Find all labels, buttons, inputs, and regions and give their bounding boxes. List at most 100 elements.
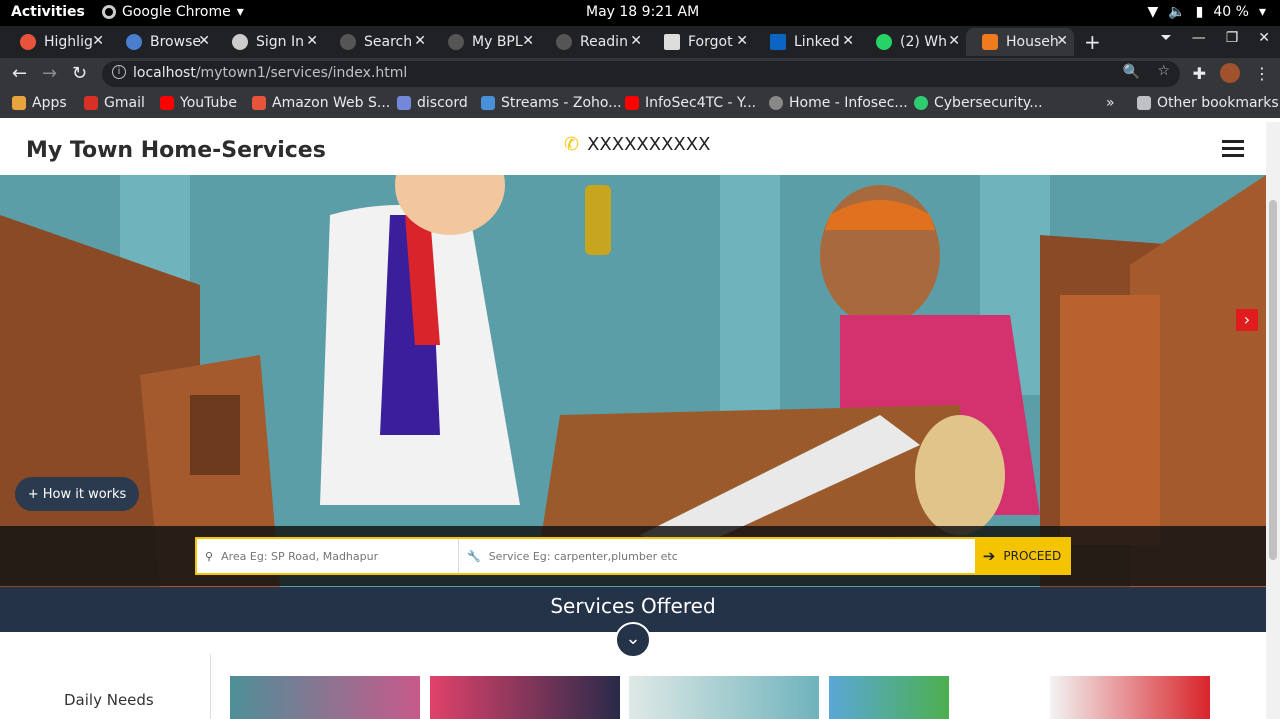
bookmark-label: Apps — [32, 95, 67, 111]
profile-avatar[interactable] — [1220, 63, 1240, 83]
tab-favicon-icon — [556, 34, 572, 50]
bookmark-label: Cybersecurity... — [934, 95, 1043, 111]
webpage: My Town Home-Services ✆ XXXXXXXXXX + How… — [0, 122, 1266, 719]
close-window-button[interactable]: ✕ — [1258, 30, 1270, 46]
tab-item-active[interactable]: Househ ✕ — [966, 28, 1074, 56]
close-icon[interactable]: ✕ — [306, 33, 318, 49]
close-icon[interactable]: ✕ — [1056, 33, 1068, 49]
area-input[interactable] — [221, 549, 458, 563]
tab-favicon-icon — [232, 34, 248, 50]
service-thumbnail[interactable] — [430, 676, 620, 719]
tab-label: Highlig — [44, 34, 93, 50]
battery-icon: ▮ — [1195, 4, 1204, 20]
cybersecurity-icon — [914, 96, 928, 110]
back-button[interactable]: ← — [12, 63, 27, 84]
app-name: Google Chrome — [122, 4, 231, 20]
extensions-icon[interactable]: ✚ — [1193, 64, 1206, 83]
tab-item[interactable]: Browse ✕ — [110, 28, 216, 56]
menu-icon[interactable]: ⋮ — [1254, 64, 1270, 83]
bookmark-gmail[interactable]: Gmail — [84, 95, 145, 111]
close-icon[interactable]: ✕ — [630, 33, 642, 49]
caret-down-icon: ▾ — [236, 4, 244, 20]
site-title[interactable]: My Town Home-Services — [26, 138, 326, 163]
tab-label: Readin — [580, 34, 628, 50]
bookmark-label: discord — [417, 95, 468, 111]
bookmark-label: Amazon Web S... — [272, 95, 391, 111]
bookmark-label: Home - Infosec... — [789, 95, 908, 111]
arrow-right-icon: ➔ — [982, 547, 996, 565]
tab-item[interactable]: Forgot ✕ — [648, 28, 754, 56]
service-thumbnail[interactable] — [1050, 676, 1210, 719]
bookmark-cybersecurity[interactable]: Cybersecurity... — [914, 95, 1043, 111]
tab-label: Browse — [150, 34, 201, 50]
tab-favicon-icon — [982, 34, 998, 50]
tab-label: Forgot — [688, 34, 733, 50]
globe-icon — [769, 96, 783, 110]
tab-item[interactable]: My BPL ✕ — [432, 28, 540, 56]
service-thumbnail[interactable] — [230, 676, 420, 719]
forward-button[interactable]: → — [42, 63, 57, 84]
close-icon[interactable]: ✕ — [842, 33, 854, 49]
bookmark-zoho[interactable]: Streams - Zoho... — [481, 95, 622, 111]
tab-search-icon[interactable]: ⏷ — [1161, 30, 1172, 46]
bookmark-apps[interactable]: Apps — [12, 95, 67, 111]
bookmarks-bar: Apps Gmail YouTube Amazon Web S... disco… — [0, 90, 1280, 118]
proceed-button[interactable]: ➔ PROCEED — [975, 539, 1069, 573]
how-it-works-button[interactable]: + How it works — [15, 477, 139, 511]
info-icon[interactable]: i — [112, 65, 126, 79]
bookmark-label: YouTube — [180, 95, 237, 111]
new-tab-button[interactable]: + — [1084, 30, 1101, 54]
tab-favicon-icon — [340, 34, 356, 50]
bookmarks-overflow-button[interactable]: » — [1106, 95, 1115, 111]
tab-item[interactable]: Readin ✕ — [540, 28, 648, 56]
system-status[interactable]: ▼ 🔈 ▮ 40 % ▾ — [1147, 4, 1266, 20]
phone-contact[interactable]: ✆ XXXXXXXXXX — [564, 134, 710, 155]
app-menu[interactable]: Google Chrome ▾ — [102, 4, 244, 20]
battery-percentage: 40 % — [1213, 4, 1249, 20]
close-icon[interactable]: ✕ — [92, 33, 104, 49]
reload-button[interactable]: ↻ — [72, 63, 87, 84]
service-thumbnail[interactable] — [829, 676, 949, 719]
maximize-button[interactable]: ❐ — [1226, 30, 1239, 46]
close-icon[interactable]: ✕ — [414, 33, 426, 49]
bookmark-aws[interactable]: Amazon Web S... — [252, 95, 390, 111]
url-path: /mytown1/services/index.html — [195, 65, 408, 81]
carousel-next-icon[interactable]: › — [1236, 309, 1258, 331]
tab-favicon-icon — [448, 34, 464, 50]
bookmark-infosec[interactable]: Home - Infosec... — [769, 95, 908, 111]
bookmark-youtube[interactable]: YouTube — [160, 95, 237, 111]
zoom-icon[interactable]: 🔍 — [1123, 64, 1140, 80]
tab-item[interactable]: Highlig ✕ — [4, 28, 110, 56]
bookmark-label: Streams - Zoho... — [501, 95, 622, 111]
category-daily-needs[interactable]: Daily Needs — [64, 691, 154, 709]
tab-item[interactable]: Linked ✕ — [754, 28, 860, 56]
tab-favicon-icon — [664, 34, 680, 50]
service-thumbnail[interactable] — [629, 676, 819, 719]
window-controls: ⏷ — ❐ ✕ — [1161, 30, 1271, 46]
tab-item[interactable]: Sign In ✕ — [216, 28, 324, 56]
bookmark-infosec4tc[interactable]: InfoSec4TC - Y... — [625, 95, 756, 111]
close-icon[interactable]: ✕ — [736, 33, 748, 49]
address-bar[interactable]: i localhost/mytown1/services/index.html … — [102, 61, 1180, 87]
bookmark-star-icon[interactable]: ☆ — [1157, 63, 1170, 79]
chevron-down-icon[interactable]: ⌄ — [615, 622, 651, 658]
other-bookmarks[interactable]: Other bookmarks — [1137, 95, 1279, 111]
url-text[interactable]: localhost/mytown1/services/index.html — [133, 65, 407, 81]
close-icon[interactable]: ✕ — [522, 33, 534, 49]
service-input[interactable] — [488, 549, 967, 563]
minimize-button[interactable]: — — [1192, 30, 1206, 46]
caret-down-icon: ▾ — [1258, 4, 1266, 20]
bookmark-discord[interactable]: discord — [397, 95, 468, 111]
hamburger-menu-icon[interactable] — [1222, 140, 1244, 158]
clock[interactable]: May 18 9:21 AM — [586, 4, 699, 20]
page-scrollbar[interactable] — [1266, 122, 1280, 719]
tab-label: Search — [364, 34, 413, 50]
close-icon[interactable]: ✕ — [948, 33, 960, 49]
tab-item[interactable]: (2) Wh ✕ — [860, 28, 966, 56]
close-icon[interactable]: ✕ — [198, 33, 210, 49]
tab-item[interactable]: Search ✕ — [324, 28, 432, 56]
zoho-icon — [481, 96, 495, 110]
whatsapp-icon — [876, 34, 892, 50]
scrollbar-thumb[interactable] — [1269, 200, 1277, 560]
activities-button[interactable]: Activities — [11, 4, 85, 20]
